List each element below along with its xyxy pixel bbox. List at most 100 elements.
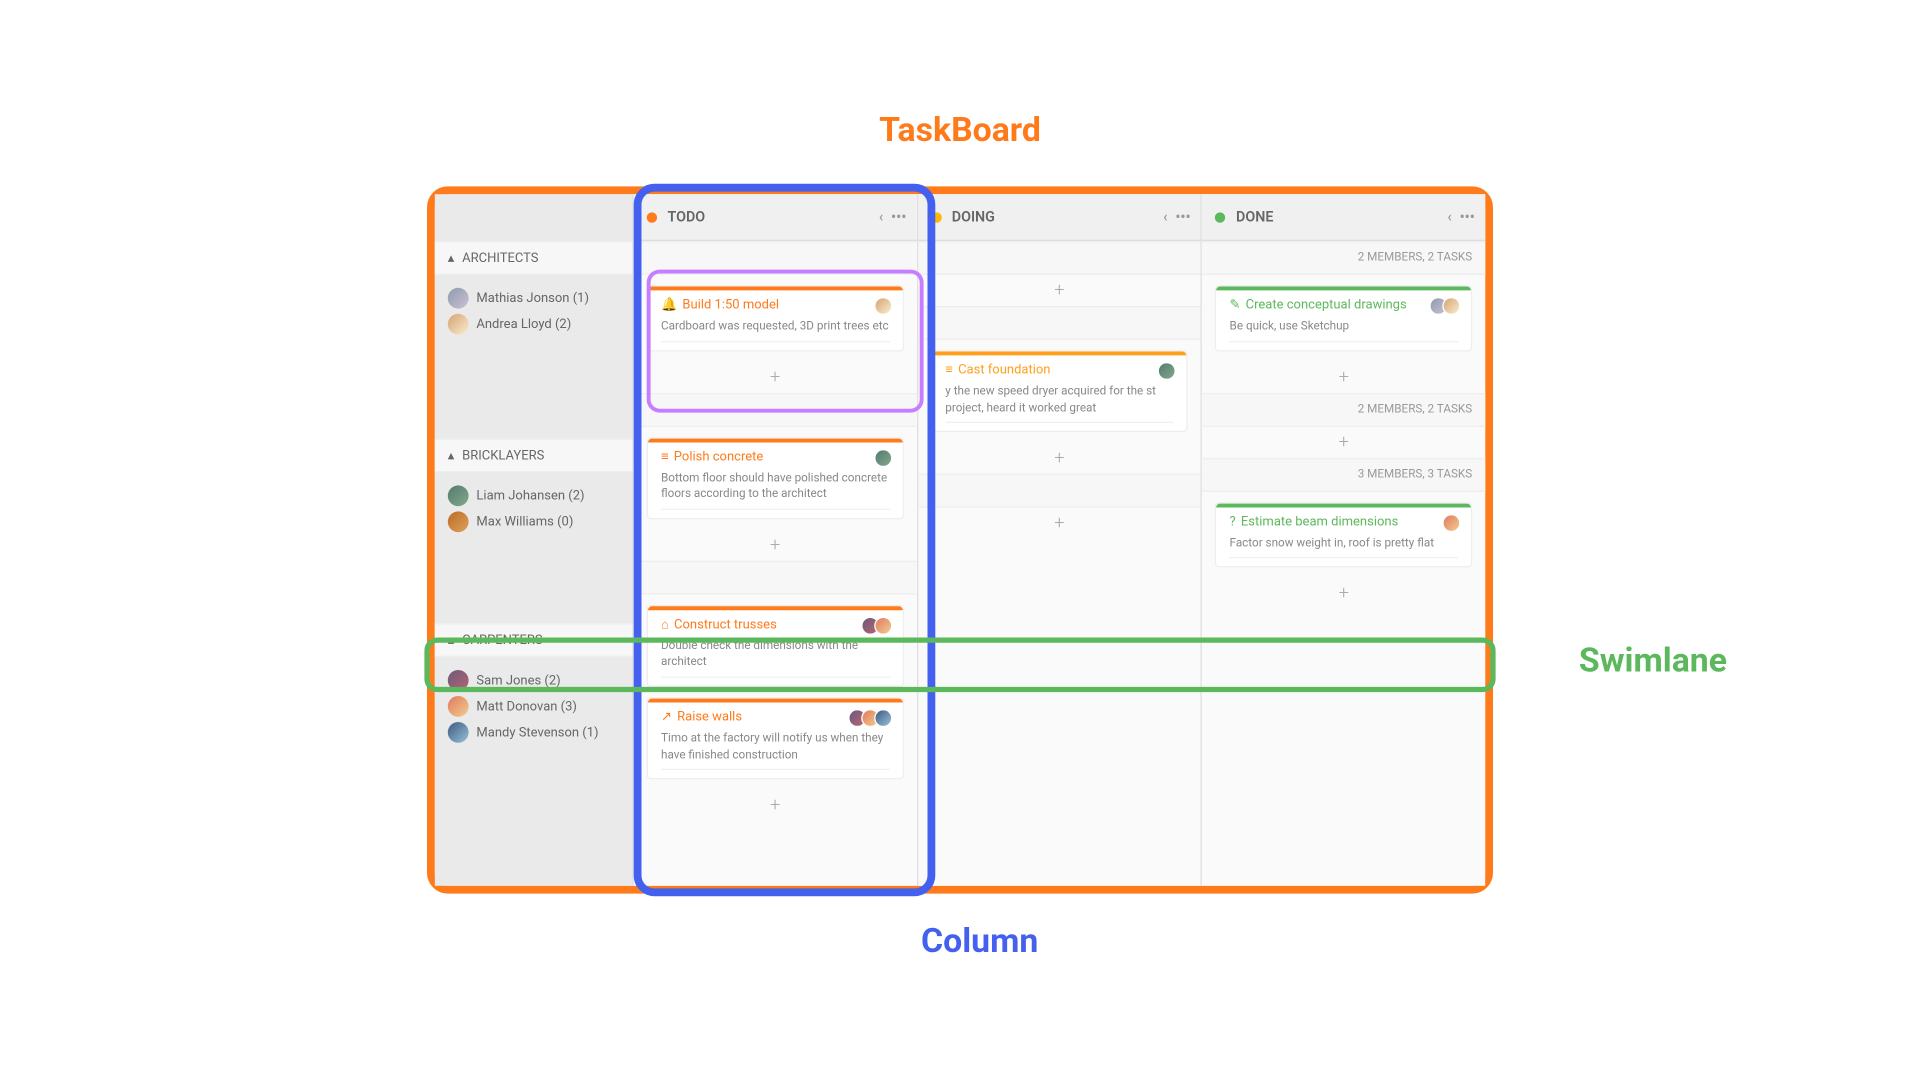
task-cell: ? Estimate beam dimensions Factor snow wei… — [1202, 491, 1485, 578]
swimlane-header[interactable]: ▴ BRICKLAYERS — [435, 439, 633, 473]
member-item[interactable]: Matt Donovan (3) — [448, 696, 620, 717]
task-icon: ≡ — [661, 450, 669, 464]
task-cell: ≡Cast foundationy the new speed dryer ac… — [918, 340, 1201, 443]
swimlane-members: Liam Johansen (2) Max Williams (0) — [435, 472, 633, 545]
task-description: y the new speed dryer acquired for the s… — [945, 384, 1173, 423]
member-item[interactable]: Liam Johansen (2) — [448, 485, 620, 506]
swimlane-header[interactable]: ▴ ARCHITECTS — [435, 241, 633, 275]
avatar — [874, 709, 892, 727]
avatar — [448, 511, 469, 532]
task-icon: ✎ — [1230, 298, 1241, 312]
member-name: Mathias Jonson (1) — [476, 291, 589, 305]
task-title: Polish concrete — [674, 450, 763, 464]
status-dot — [647, 212, 657, 222]
member-item[interactable]: Max Williams (0) — [448, 511, 620, 532]
avatar — [448, 670, 469, 691]
add-task-button[interactable]: + — [634, 790, 917, 821]
column-done: DONE‹•••2 MEMBERS, 2 TASKS✎Create concep… — [1202, 194, 1485, 886]
member-name: Sam Jones (2) — [476, 673, 560, 687]
add-task-button[interactable]: + — [634, 361, 917, 392]
column-doing: DOING ‹ ••• + ≡Cast foundationy the new sp… — [918, 194, 1202, 886]
task-icon: ? — [1230, 515, 1236, 529]
task-description: Bottom floor should have polished concre… — [661, 471, 889, 510]
chevron-up-icon: ▴ — [448, 251, 455, 265]
annotation-column: Column — [921, 922, 1038, 961]
chevron-left-icon[interactable]: ‹ — [879, 209, 883, 226]
task-assignees — [1163, 362, 1176, 380]
column-header[interactable]: TODO‹••• — [634, 194, 917, 241]
member-name: Mandy Stevenson (1) — [476, 725, 598, 739]
swimlane-members: Sam Jones (2) Matt Donovan (3) Mandy Steve… — [435, 657, 633, 756]
column-todo: TODO‹••• 🔔Build 1:50 modelCardboard was … — [634, 194, 918, 886]
annotation-taskboard: TaskBoard — [879, 111, 1041, 150]
task-assignees — [1448, 513, 1461, 531]
chevron-up-icon: ▴ — [448, 448, 455, 462]
task-card[interactable]: ≡Cast foundationy the new speed dryer ac… — [931, 350, 1188, 432]
more-icon[interactable]: ••• — [1175, 209, 1190, 226]
task-assignees — [879, 448, 892, 466]
member-item[interactable]: Mandy Stevenson (1) — [448, 722, 620, 743]
chevron-left-icon[interactable]: ‹ — [1447, 209, 1451, 226]
column-title: DONE — [1236, 209, 1273, 226]
task-card[interactable]: ↗Raise wallsTimo at the factory will not… — [647, 697, 904, 779]
chevron-left-icon[interactable]: ‹ — [1163, 209, 1167, 226]
task-card[interactable]: ? Estimate beam dimensions Factor snow wei… — [1215, 502, 1472, 568]
member-item[interactable]: Sam Jones (2) — [448, 670, 620, 691]
annotation-swimlane: Swimlane — [1579, 641, 1727, 680]
add-task-button[interactable]: + — [918, 275, 1201, 306]
add-task-button[interactable]: + — [1202, 361, 1485, 392]
status-dot — [931, 212, 941, 222]
column-header[interactable]: DONE ‹ ••• — [1202, 194, 1485, 241]
swimlane-name: BRICKLAYERS — [462, 448, 544, 462]
more-icon[interactable]: ••• — [1460, 209, 1475, 226]
task-card[interactable]: ⌂Construct trussesDouble check the dimen… — [647, 605, 904, 687]
avatar — [874, 448, 892, 466]
add-task-button[interactable]: + — [1202, 426, 1485, 457]
add-task-button[interactable]: + — [918, 508, 1201, 539]
task-cell: ≡ Polish concrete Bottom floor should have… — [634, 426, 917, 529]
taskboard: ▴ ARCHITECTS Mathias Jonson (1) Andrea Lloy… — [427, 186, 1493, 893]
avatar — [448, 314, 469, 335]
add-task-button[interactable]: + — [918, 443, 1201, 474]
task-description: Be quick, use Sketchup — [1230, 319, 1458, 342]
add-task-button[interactable]: + — [1202, 578, 1485, 609]
task-assignees — [1435, 297, 1461, 315]
swimlane-header[interactable]: ▴ CARPENTERS — [435, 623, 633, 657]
task-assignees — [866, 616, 892, 634]
avatar — [448, 722, 469, 743]
task-title: Raise walls — [677, 710, 742, 724]
member-item[interactable]: Mathias Jonson (1) — [448, 288, 620, 309]
task-card[interactable]: ✎Create conceptual drawingsBe quick, use… — [1215, 285, 1472, 351]
chevron-up-icon: ▴ — [448, 633, 455, 647]
task-title: Construct trusses — [674, 618, 777, 632]
column-header[interactable]: DOING ‹ ••• — [918, 194, 1201, 241]
more-icon[interactable]: ••• — [891, 209, 906, 226]
avatar — [448, 696, 469, 717]
task-description: Timo at the factory will notify us when … — [661, 731, 889, 770]
task-icon: ≡ — [945, 363, 953, 377]
task-description: Double check the dimensions with the arc… — [661, 639, 889, 678]
task-card[interactable]: 🔔 Build 1:50 model Cardboard was requested… — [647, 285, 904, 351]
avatar — [1442, 297, 1460, 315]
task-description: Cardboard was requested, 3D print trees … — [661, 319, 889, 342]
task-description: Factor snow weight in, roof is pretty fl… — [1230, 536, 1458, 559]
avatar — [448, 288, 469, 309]
task-icon: 🔔 — [661, 298, 677, 312]
avatar — [874, 616, 892, 634]
task-cell: ✎Create conceptual drawingsBe quick, use… — [1202, 275, 1485, 362]
column-title: DOING — [952, 209, 995, 226]
swimlane-sidebar: ▴ ARCHITECTS Mathias Jonson (1) Andrea Lloy… — [435, 194, 634, 886]
swimlane-name: CARPENTERS — [462, 633, 543, 647]
swimlane-name: ARCHITECTS — [462, 251, 538, 265]
member-name: Matt Donovan (3) — [476, 699, 577, 713]
task-card[interactable]: ≡ Polish concrete Bottom floor should have… — [647, 437, 904, 519]
avatar — [874, 297, 892, 315]
status-dot — [1215, 212, 1225, 222]
add-task-button[interactable]: + — [634, 529, 917, 560]
member-name: Liam Johansen (2) — [476, 489, 584, 503]
member-item[interactable]: Andrea Lloyd (2) — [448, 314, 620, 335]
swimlane-members: Mathias Jonson (1) Andrea Lloyd (2) — [435, 275, 633, 348]
task-cell: 🔔 Build 1:50 model Cardboard was requested… — [634, 275, 917, 362]
task-title: Build 1:50 model — [682, 298, 779, 312]
task-title: Estimate beam dimensions — [1241, 515, 1398, 529]
